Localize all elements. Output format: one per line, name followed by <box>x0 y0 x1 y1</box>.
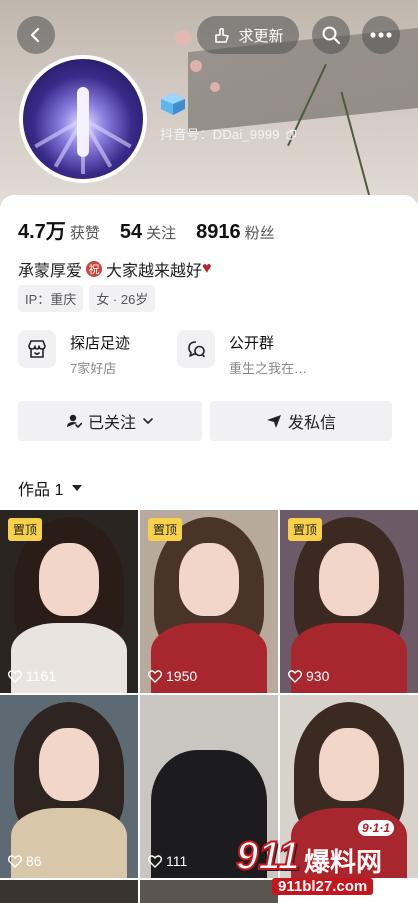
tile-likes-count: 111 <box>166 853 188 869</box>
more-button[interactable] <box>362 16 400 54</box>
pinned-badge: 置顶 <box>8 518 43 541</box>
following-label: 关注 <box>146 225 177 242</box>
likes-stat[interactable]: 4.7万 获赞 <box>18 215 100 244</box>
following-value: 54 <box>119 221 143 243</box>
shop-visits-entry[interactable]: 探店足迹 7家好店 <box>18 330 130 377</box>
shop-icon <box>18 330 56 368</box>
tile-photo-face <box>38 727 100 802</box>
account-id[interactable]: 抖音号：DDai_9999 <box>160 124 297 143</box>
request-update-button[interactable]: 求更新 <box>197 16 299 54</box>
chevron-left-icon <box>30 27 40 43</box>
heart-icon: ♥ <box>202 260 212 277</box>
followers-label: 粉丝 <box>244 225 275 242</box>
public-group-subtitle: 重生之我在… <box>229 361 308 376</box>
level-badge-icon <box>161 93 185 115</box>
tile-likes: 86 <box>8 853 42 869</box>
chevron-down-icon <box>143 418 153 425</box>
heart-outline-icon <box>148 854 162 868</box>
message-button[interactable]: 发私信 <box>210 401 392 441</box>
followers-value: 8916 <box>196 221 241 243</box>
following-stat[interactable]: 54 关注 <box>120 221 176 244</box>
bio-prefix: 承蒙厚爱 <box>18 263 83 280</box>
site-watermark-logo: 9·1·1 911 爆料网 911bl27.com <box>228 818 414 898</box>
watermark-url: 911bl27.com <box>272 878 374 895</box>
tile-likes-count: 930 <box>306 668 330 684</box>
tile-likes: 111 <box>148 853 187 869</box>
request-update-label: 求更新 <box>238 27 284 45</box>
gender-age-tag: 女 · 26岁 <box>89 285 156 312</box>
heart-outline-icon <box>8 854 22 868</box>
hand-point-icon <box>215 27 230 43</box>
public-group-title: 公开群 <box>229 335 275 352</box>
background-flower <box>175 30 191 46</box>
likes-value: 4.7万 <box>18 221 66 243</box>
tile-photo-face <box>318 542 380 617</box>
profile-tags: IP：重庆 女 · 26岁 <box>18 285 156 312</box>
avatar-figure <box>77 87 89 157</box>
profile-stats: 4.7万 获赞 54 关注 8916 粉丝 <box>18 215 295 244</box>
pinned-badge: 置顶 <box>148 518 183 541</box>
zhu-emoji-icon: 祝 <box>86 261 103 277</box>
background-flower <box>190 60 202 72</box>
tile-likes: 1161 <box>8 668 56 684</box>
copy-icon[interactable] <box>286 129 297 140</box>
followers-stat[interactable]: 8916 粉丝 <box>196 221 275 244</box>
bio-suffix: 大家越来越好 <box>106 263 203 280</box>
pinned-badge: 置顶 <box>288 518 323 541</box>
more-dots-icon <box>370 32 392 38</box>
shop-visits-subtitle: 7家好店 <box>70 361 117 376</box>
heart-outline-icon <box>8 669 22 683</box>
ip-location-tag: IP：重庆 <box>18 285 84 312</box>
work-tile[interactable]: 置顶 930 <box>280 510 418 693</box>
works-tab[interactable]: 作品 1 <box>18 476 83 500</box>
tile-photo-face <box>178 542 240 617</box>
likes-label: 获赞 <box>69 225 100 242</box>
message-label: 发私信 <box>287 415 336 432</box>
account-id-text: 抖音号：DDai_9999 <box>160 127 280 142</box>
tile-photo-face <box>318 727 380 802</box>
caret-down-icon <box>72 485 83 491</box>
work-tile[interactable]: 86 <box>0 695 138 878</box>
watermark-name: 爆料网 <box>304 847 383 877</box>
tile-likes-count: 1161 <box>26 668 57 684</box>
works-label: 作品 1 <box>18 482 64 499</box>
followed-button[interactable]: 已关注 <box>18 401 202 441</box>
heart-outline-icon <box>148 669 162 683</box>
avatar[interactable] <box>19 55 147 183</box>
heart-outline-icon <box>288 669 302 683</box>
paper-plane-icon <box>266 415 281 428</box>
tile-likes-count: 86 <box>26 853 42 869</box>
search-button[interactable] <box>312 16 350 54</box>
user-check-icon <box>66 414 82 429</box>
back-button[interactable] <box>17 16 55 54</box>
tile-likes: 930 <box>288 668 329 684</box>
watermark-badge: 9·1·1 <box>358 820 395 836</box>
search-icon <box>322 26 341 45</box>
followed-label: 已关注 <box>87 415 136 432</box>
tile-photo-face <box>38 542 100 617</box>
tile-likes-count: 1950 <box>166 668 198 684</box>
watermark-number: 911 <box>235 833 301 879</box>
public-group-entry[interactable]: 公开群 重生之我在… <box>177 330 307 377</box>
bio-text: 承蒙厚爱 祝 大家越来越好 ♥ <box>18 257 212 281</box>
work-tile[interactable]: 置顶 1161 <box>0 510 138 693</box>
background-flower <box>210 82 220 92</box>
tile-likes: 1950 <box>148 668 197 684</box>
shop-visits-title: 探店足迹 <box>70 335 131 352</box>
work-tile[interactable]: 置顶 1950 <box>140 510 278 693</box>
work-tile[interactable] <box>0 880 138 903</box>
chat-group-icon <box>177 330 215 368</box>
